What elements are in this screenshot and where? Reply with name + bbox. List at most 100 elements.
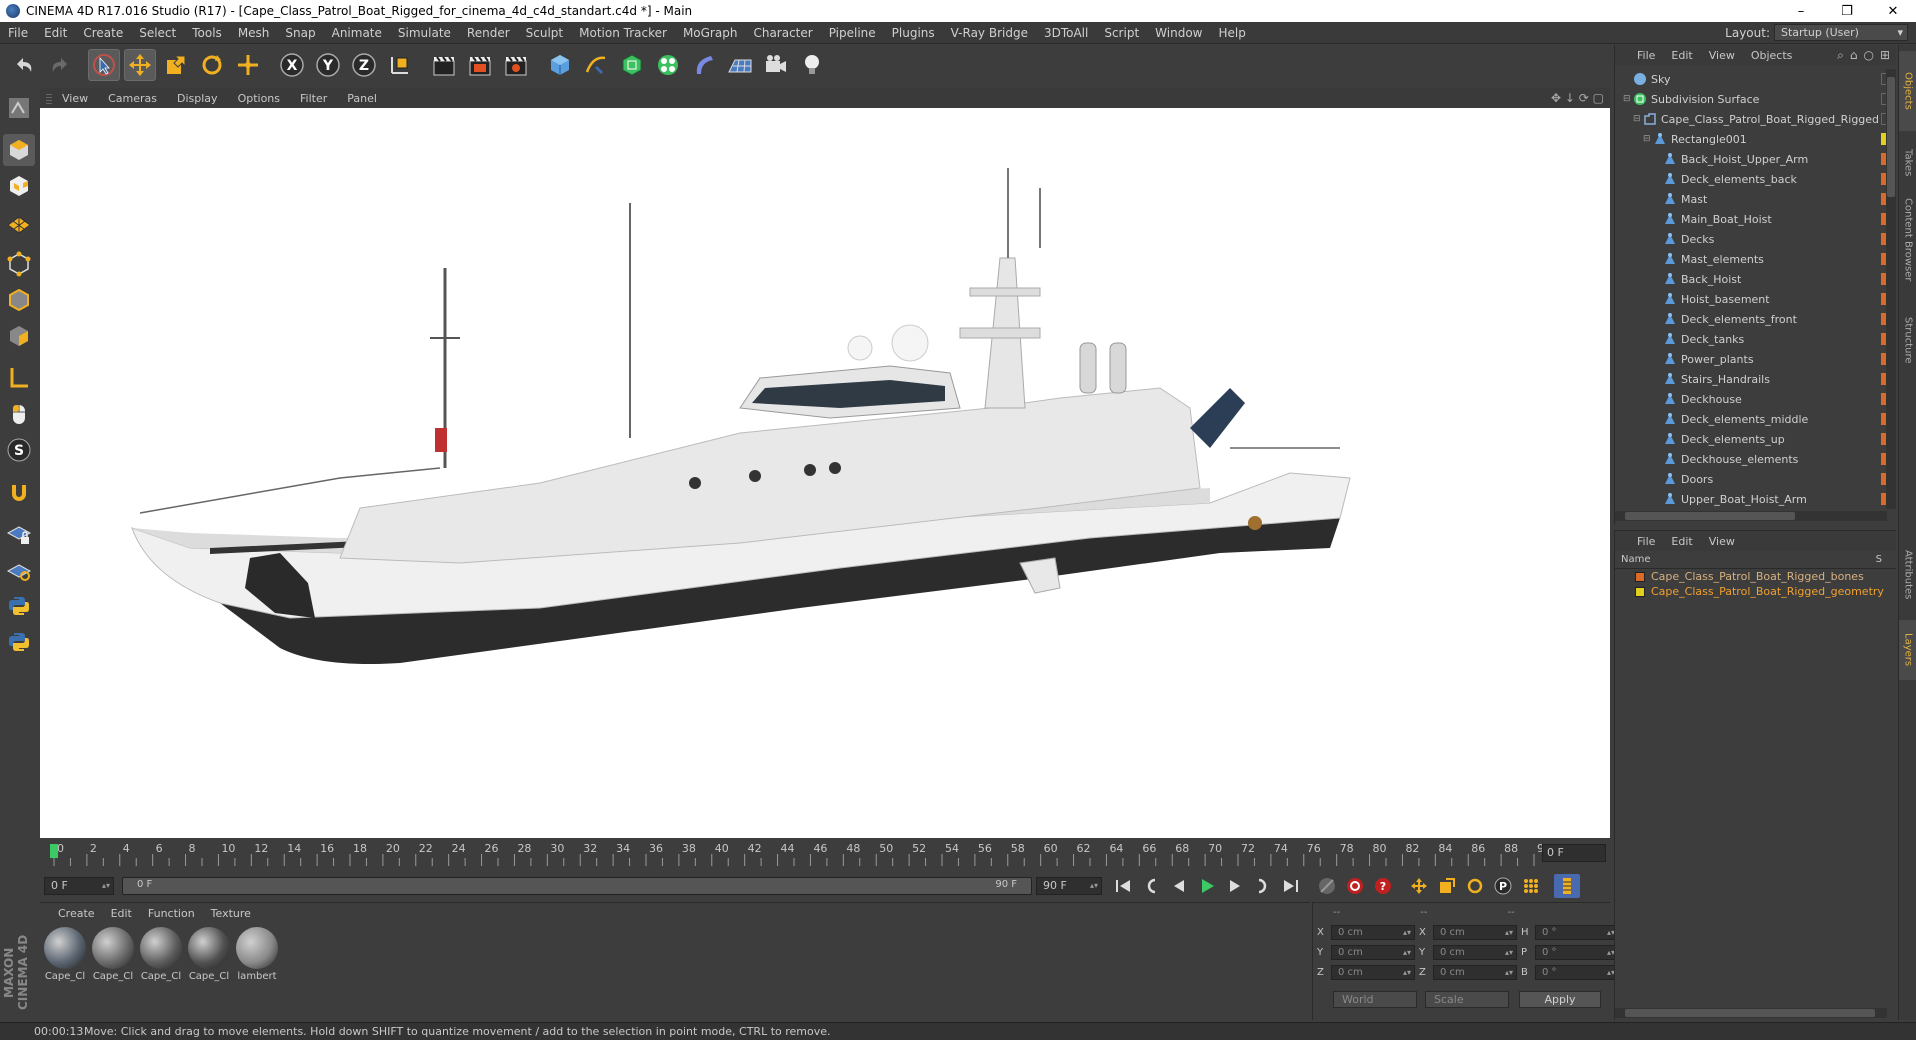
object-tree-item[interactable]: Sky [1615, 69, 1887, 89]
object-tree-item[interactable]: Stairs_Handrails [1615, 369, 1887, 389]
object-menu-view[interactable]: View [1701, 49, 1743, 62]
new-window-icon[interactable]: ⊞ [1880, 48, 1890, 63]
object-tree-item[interactable]: Deck_elements_middle [1615, 409, 1887, 429]
planar-workplane-button[interactable] [3, 554, 35, 586]
menu-mograph[interactable]: MoGraph [675, 26, 746, 40]
menu-edit[interactable]: Edit [36, 26, 75, 40]
3d-viewport[interactable] [40, 108, 1610, 838]
play-button[interactable] [1194, 874, 1220, 898]
coordinate-field[interactable]: 0 ° ▴▾ [1535, 925, 1619, 940]
spline-pen-button[interactable] [580, 49, 612, 81]
snapping-button[interactable]: S [3, 434, 35, 466]
menu-render[interactable]: Render [459, 26, 518, 40]
object-menu-objects[interactable]: Objects [1743, 49, 1801, 62]
subdivision-surface-button[interactable] [616, 49, 648, 81]
object-tree-h-scrollbar[interactable] [1615, 511, 1887, 521]
close-button[interactable]: ✕ [1870, 0, 1916, 22]
menu-simulate[interactable]: Simulate [390, 26, 459, 40]
object-tree-item[interactable]: ⊟ Rectangle001 [1615, 129, 1887, 149]
object-tree-item[interactable]: Back_Hoist_Upper_Arm [1615, 149, 1887, 169]
texture-mode-button[interactable] [3, 170, 35, 202]
object-tree-item[interactable]: Deck_elements_up [1615, 429, 1887, 449]
object-tree-item[interactable]: Mast_elements [1615, 249, 1887, 269]
coordinate-field[interactable]: 0 cm ▴▾ [1331, 965, 1415, 980]
workplane-mode-button[interactable] [3, 206, 35, 238]
previous-key-button[interactable] [1138, 874, 1164, 898]
end-frame-field[interactable]: 90 F ▴▾ [1036, 877, 1102, 895]
object-tree[interactable]: Sky ⊟ Subdivision Surface ⊟ Cape_Class_Patro… [1615, 69, 1887, 509]
polygons-mode-button[interactable] [3, 320, 35, 352]
layer-menu-view[interactable]: View [1701, 535, 1743, 548]
menu-window[interactable]: Window [1147, 26, 1210, 40]
python-script-2-button[interactable] [3, 626, 35, 658]
key-scale-button[interactable] [1434, 874, 1460, 898]
coordinate-field[interactable]: 0 cm ▴▾ [1433, 945, 1517, 960]
material-swatch[interactable]: lambert [234, 927, 280, 987]
side-tab-objects[interactable]: Objects [1899, 51, 1916, 131]
python-script-button[interactable] [3, 590, 35, 622]
menu-tools[interactable]: Tools [184, 26, 230, 40]
menu-script[interactable]: Script [1096, 26, 1147, 40]
coordinate-field[interactable]: 0 ° ▴▾ [1535, 965, 1619, 980]
move-tool-button[interactable] [124, 49, 156, 81]
layer-menu-edit[interactable]: Edit [1663, 535, 1700, 548]
tree-expander[interactable]: ⊟ [1643, 134, 1653, 144]
magnet-button[interactable] [3, 476, 35, 508]
viewport-menu-filter[interactable]: Filter [290, 92, 337, 105]
material-swatch[interactable]: Cape_Cl [42, 927, 88, 987]
cube-primitive-button[interactable] [544, 49, 576, 81]
object-tree-item[interactable]: Mast [1615, 189, 1887, 209]
material-menu-texture[interactable]: Texture [203, 907, 259, 920]
record-keys-off-button[interactable] [1314, 874, 1340, 898]
axis-mode-button[interactable] [3, 362, 35, 394]
menu-plugins[interactable]: Plugins [884, 26, 943, 40]
start-frame-field[interactable]: 0 F ▴▾ [44, 877, 114, 895]
side-tab-layers[interactable]: Layers [1899, 620, 1916, 680]
previous-frame-button[interactable] [1166, 874, 1192, 898]
object-tree-scrollbar[interactable] [1886, 69, 1896, 509]
playhead[interactable] [50, 844, 58, 858]
coordinate-field[interactable]: 0 cm ▴▾ [1433, 965, 1517, 980]
coordinate-system-button[interactable] [384, 49, 416, 81]
menu-snap[interactable]: Snap [277, 26, 323, 40]
transform-tool-button[interactable] [232, 49, 264, 81]
object-tree-item[interactable]: ⊟ Cape_Class_Patrol_Boat_Rigged_Rigged [1615, 109, 1887, 129]
viewport-menu-cameras[interactable]: Cameras [98, 92, 167, 105]
object-tree-item[interactable]: Deckhouse [1615, 389, 1887, 409]
side-tab-structure[interactable]: Structure [1899, 295, 1916, 385]
search-icon[interactable]: ⌕ [1837, 48, 1844, 63]
timeline-window-button[interactable] [1554, 874, 1580, 898]
menu-motion-tracker[interactable]: Motion Tracker [571, 26, 675, 40]
object-tree-item[interactable]: Back_Hoist [1615, 269, 1887, 289]
object-tree-item[interactable]: Hoist_basement [1615, 289, 1887, 309]
make-editable-button[interactable] [3, 92, 35, 124]
preview-range-slider[interactable]: 0 F 90 F [122, 877, 1032, 895]
camera-button[interactable] [760, 49, 792, 81]
object-tree-item[interactable]: Upper_Boat_Hoist_Arm [1615, 489, 1887, 509]
record-active-objects-button[interactable] [1342, 874, 1368, 898]
object-menu-file[interactable]: File [1629, 49, 1663, 62]
material-menu-function[interactable]: Function [140, 907, 203, 920]
render-picture-viewer-button[interactable] [464, 49, 496, 81]
rotate-tool-button[interactable] [196, 49, 228, 81]
object-tree-item[interactable]: Main_Boat_Hoist [1615, 209, 1887, 229]
coordinate-field[interactable]: 0 ° ▴▾ [1535, 945, 1619, 960]
floor-button[interactable] [724, 49, 756, 81]
menu-sculpt[interactable]: Sculpt [518, 26, 571, 40]
menu-3dtoall[interactable]: 3DToAll [1036, 26, 1096, 40]
viewport-nav-icons[interactable]: ✥ ↓ ⟳ ▢ [1551, 91, 1604, 105]
go-to-end-button[interactable] [1278, 874, 1304, 898]
edges-mode-button[interactable] [3, 284, 35, 316]
layer-menu-file[interactable]: File [1629, 535, 1663, 548]
z-axis-lock-button[interactable]: Z [348, 49, 380, 81]
key-rotation-button[interactable] [1462, 874, 1488, 898]
layer-row[interactable]: Cape_Class_Patrol_Boat_Rigged_geometry [1615, 584, 1896, 599]
object-menu-edit[interactable]: Edit [1663, 49, 1700, 62]
points-mode-button[interactable] [3, 248, 35, 280]
object-tree-item[interactable]: Power_plants [1615, 349, 1887, 369]
key-position-button[interactable] [1406, 874, 1432, 898]
layer-h-scrollbar[interactable] [1615, 1008, 1887, 1018]
side-tab-takes[interactable]: Takes [1899, 140, 1916, 185]
object-tree-item[interactable]: Decks [1615, 229, 1887, 249]
minimize-button[interactable]: – [1778, 0, 1824, 22]
